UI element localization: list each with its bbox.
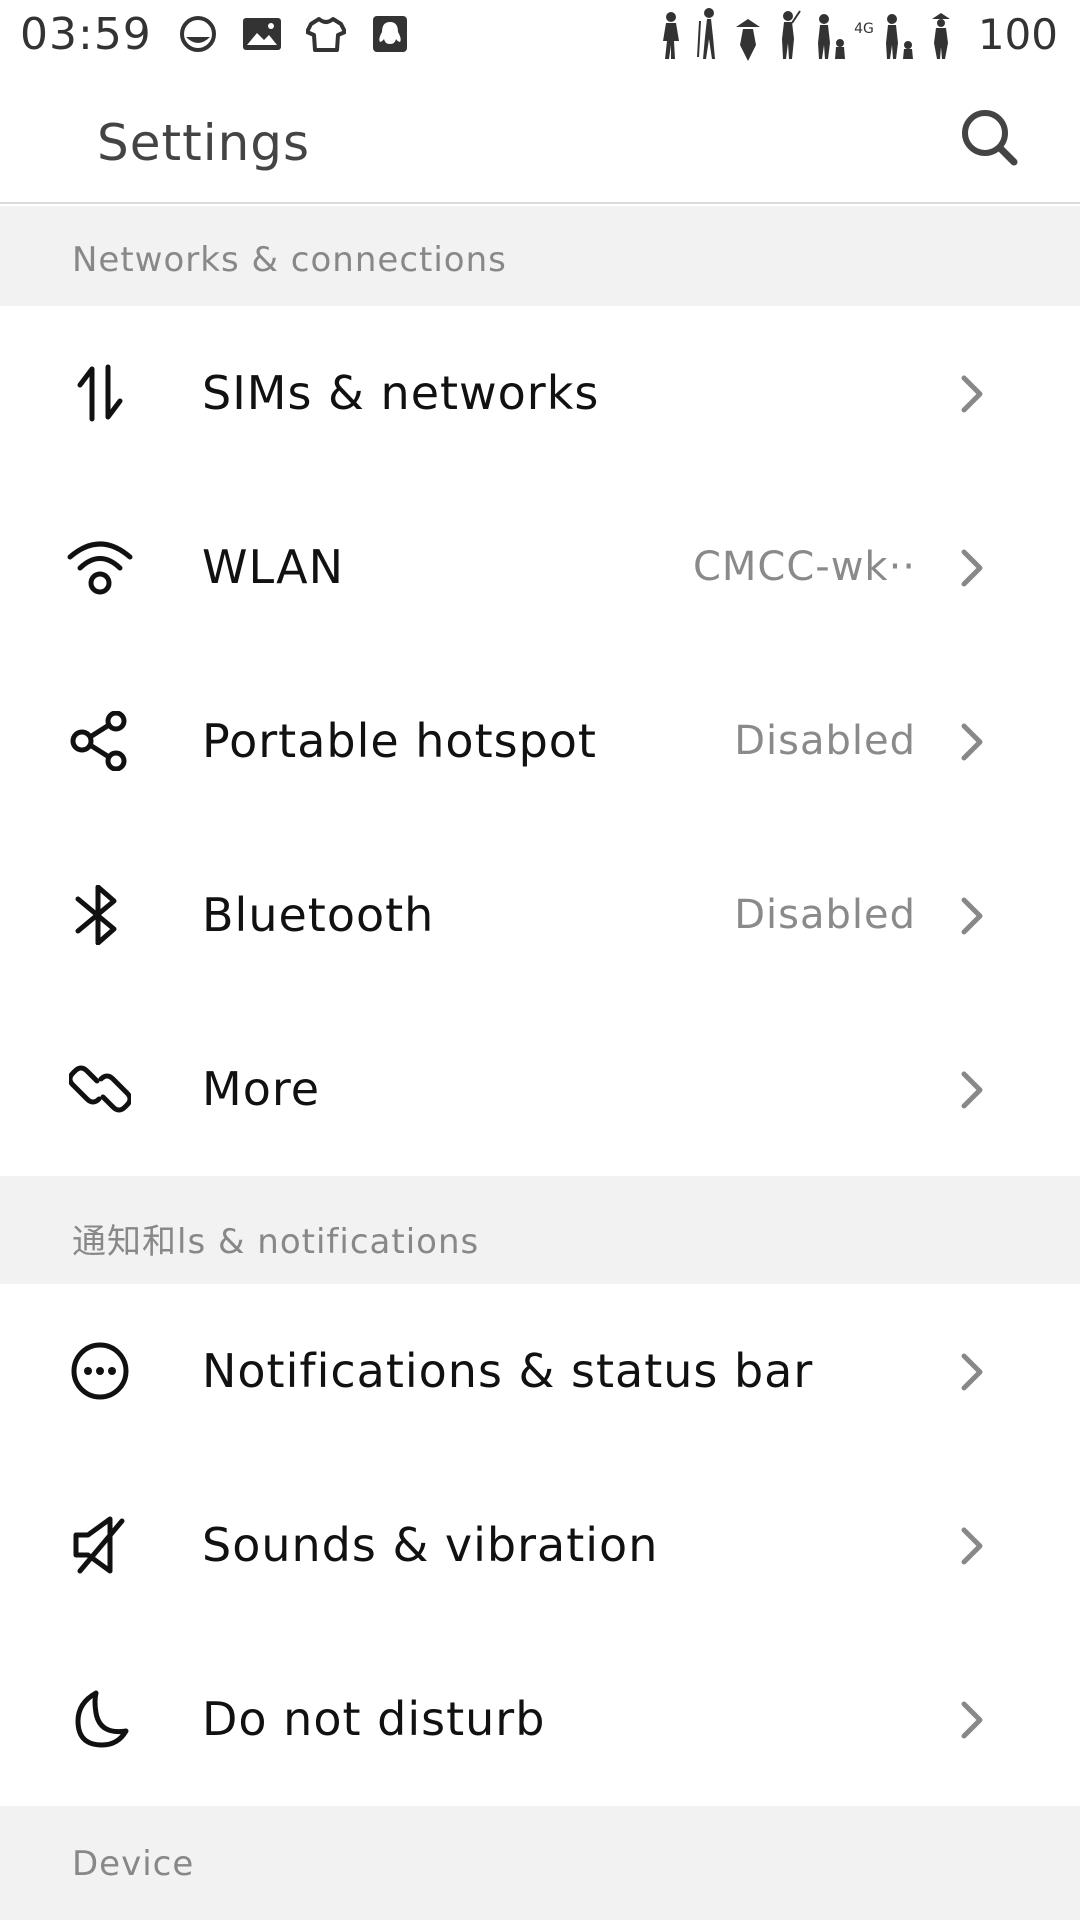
shirt-icon — [305, 14, 346, 54]
row-label: Do not disturb — [202, 1692, 546, 1746]
figure-icon — [697, 8, 716, 59]
moon-icon — [66, 1689, 134, 1749]
chevron-right-icon — [961, 897, 983, 935]
section-header-label: 通知和ls & notifications — [72, 1222, 480, 1262]
speaker-muted-icon — [66, 1515, 134, 1575]
row-value: CMCC-wk·· — [692, 544, 916, 590]
row-label: Bluetooth — [202, 888, 435, 942]
chat-dots-icon — [66, 1341, 134, 1401]
chevron-right-icon — [961, 1527, 983, 1565]
figure-icon — [736, 19, 761, 61]
row-label: Notifications & status bar — [202, 1344, 814, 1398]
chevron-right-icon — [961, 1071, 983, 1109]
settings-row-portable-hotspot[interactable]: Portable hotspot Disabled — [0, 654, 1080, 828]
settings-row-do-not-disturb[interactable]: Do not disturb — [0, 1632, 1080, 1806]
row-label: WLAN — [202, 540, 345, 594]
character-figures: 4G — [652, 7, 960, 61]
section-header-label: Device — [72, 1844, 195, 1884]
search-icon — [962, 110, 1018, 166]
wifi-icon — [66, 537, 134, 597]
row-label: More — [202, 1062, 321, 1116]
settings-row-sims-networks[interactable]: SIMs & networks — [0, 306, 1080, 480]
section-header-label: Networks & connections — [72, 240, 507, 280]
section-header-networks: Networks & connections — [0, 206, 1080, 306]
row-value: Disabled — [734, 892, 916, 938]
chevron-right-icon — [961, 1353, 983, 1391]
status-bar: 03:59 4G 100 — [0, 0, 1080, 68]
image-icon — [242, 14, 282, 54]
settings-row-notifications-status-bar[interactable]: Notifications & status bar — [0, 1284, 1080, 1458]
link-icon — [66, 1059, 134, 1119]
figure-icon — [885, 14, 913, 59]
row-label: Sounds & vibration — [202, 1518, 659, 1572]
settings-row-bluetooth[interactable]: Bluetooth Disabled — [0, 828, 1080, 1002]
chevron-right-icon — [961, 1701, 983, 1739]
network-type: 4G — [854, 21, 874, 37]
figure-icon — [931, 13, 950, 59]
circle-face-icon — [178, 14, 218, 54]
chevron-right-icon — [961, 723, 983, 761]
figure-icon — [818, 14, 846, 59]
page-title: Settings — [97, 114, 311, 172]
search-button[interactable] — [958, 106, 1020, 168]
figure-icon — [782, 10, 801, 59]
section-header-notifications: 通知和ls & notifications — [0, 1176, 1080, 1284]
settings-row-wlan[interactable]: WLAN CMCC-wk·· — [0, 480, 1080, 654]
sim-data-arrows-icon — [66, 363, 134, 423]
bluetooth-icon — [66, 885, 134, 945]
chevron-right-icon — [961, 375, 983, 413]
chevron-right-icon — [961, 549, 983, 587]
row-label: Portable hotspot — [202, 714, 597, 768]
figure-icon — [663, 12, 680, 59]
status-right: 4G 100 — [652, 0, 1058, 68]
share-hotspot-icon — [66, 711, 134, 771]
qq-penguin-icon — [370, 14, 410, 54]
settings-row-sounds-vibration[interactable]: Sounds & vibration — [0, 1458, 1080, 1632]
row-value: Disabled — [734, 718, 916, 764]
status-time: 03:59 — [20, 8, 152, 60]
row-label: SIMs & networks — [202, 366, 600, 420]
battery-level: 100 — [977, 9, 1058, 59]
section-header-device: Device — [0, 1806, 1080, 1920]
settings-row-more[interactable]: More — [0, 1002, 1080, 1176]
app-bar: Settings — [0, 68, 1080, 204]
